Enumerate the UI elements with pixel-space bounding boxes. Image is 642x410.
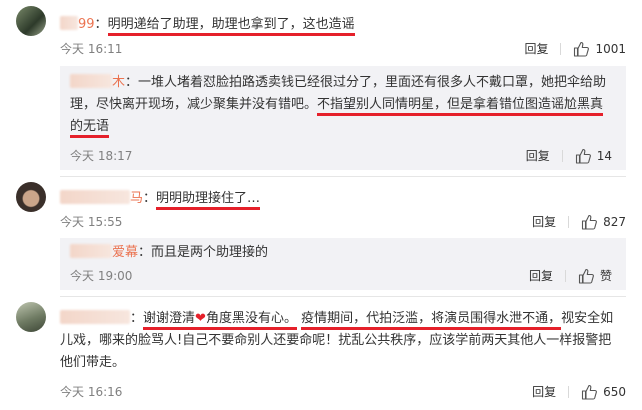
thumbs-up-icon (574, 41, 590, 57)
reply-button[interactable]: 回复 (526, 146, 550, 166)
comment-3: ：谢谢澄清❤角度黑没有心。 疫情期间，代拍泛滥，将演员围得水泄不通，视安全如儿戏… (0, 298, 642, 410)
timestamp: 今天 16:11 (60, 42, 123, 56)
reply-actions: 回复 赞 (529, 266, 612, 286)
reply-button[interactable]: 回复 (532, 212, 556, 232)
comment-divider (60, 296, 626, 297)
comment-body: 明明递给了助理，助理也拿到了，这也造谣 (107, 17, 355, 36)
timestamp: 今天 15:55 (60, 215, 123, 229)
timestamp: 今天 18:17 (70, 149, 133, 163)
reply-text: 木：一堆人堵着怼脸拍路透卖钱已经很过分了，里面还有很多人不戴口罩，她把伞给助理，… (70, 72, 612, 138)
divider (568, 386, 570, 398)
comment-actions: 回复 827 (532, 212, 626, 232)
heart-icon: ❤ (195, 311, 206, 326)
comment-thread: 99：明明递给了助理，助理也拿到了，这也造谣 今天 16:11 回复 1001 … (0, 0, 642, 410)
comment-text: 99：明明递给了助理，助理也拿到了，这也造谣 (60, 14, 622, 36)
comment-body: 明明助理接住了… (156, 191, 261, 210)
thumbs-up-icon (582, 384, 598, 400)
comment-meta: 今天 16:16 回复 650 (60, 382, 626, 402)
divider (560, 43, 562, 55)
reply-actions: 回复 14 (526, 146, 612, 166)
divider (561, 150, 563, 162)
reply-text: 爱幕：而且是两个助理接的 (70, 242, 612, 264)
like-label: 赞 (599, 269, 612, 283)
comment-text: 马：明明助理接住了… (60, 188, 622, 210)
comment-1: 99：明明递给了助理，助理也拿到了，这也造谣 今天 16:11 回复 1001 … (0, 0, 642, 178)
comment-body-a: 谢谢澄清❤角度黑没有心。 (143, 311, 297, 330)
avatar[interactable] (16, 6, 46, 36)
thumbs-up-icon (578, 268, 594, 284)
username-link[interactable]: 木 (70, 74, 125, 90)
avatar[interactable] (16, 302, 46, 332)
reply-box: 爱幕：而且是两个助理接的 今天 19:00 回复 赞 (60, 238, 626, 290)
comment-body-c: 疫情期间，代拍泛滥，将演员围得水泄不通， (301, 311, 562, 330)
like-button[interactable]: 14 (575, 146, 612, 166)
like-count: 14 (596, 149, 612, 163)
comment-actions: 回复 1001 (524, 39, 626, 59)
timestamp: 今天 19:00 (70, 269, 133, 283)
reply-meta: 今天 19:00 回复 赞 (70, 266, 612, 286)
comment-divider (60, 176, 626, 177)
comment-actions: 回复 650 (532, 382, 626, 402)
avatar[interactable] (16, 182, 46, 212)
divider (568, 216, 570, 228)
username-link[interactable]: 爱幕 (70, 244, 138, 260)
thumbs-up-icon (575, 148, 591, 164)
reply-box: 木：一堆人堵着怼脸拍路透卖钱已经很过分了，里面还有很多人不戴口罩，她把伞给助理，… (60, 66, 626, 170)
like-count: 1001 (595, 42, 626, 56)
like-count: 650 (603, 385, 626, 399)
comment-2: 马：明明助理接住了… 今天 15:55 回复 827 爱幕：而且是两个助理接的 … (0, 178, 642, 296)
like-button[interactable]: 赞 (578, 266, 612, 286)
comment-text: ：谢谢澄清❤角度黑没有心。 疫情期间，代拍泛滥，将演员围得水泄不通，视安全如儿戏… (60, 310, 614, 370)
timestamp: 今天 16:16 (60, 385, 123, 399)
comment-meta: 今天 16:11 回复 1001 (60, 39, 626, 59)
like-button[interactable]: 827 (581, 212, 626, 232)
username-link[interactable] (60, 310, 130, 326)
like-button[interactable]: 650 (581, 382, 626, 402)
username-link[interactable]: 马 (60, 190, 143, 206)
username-link[interactable]: 99 (60, 16, 95, 32)
like-count: 827 (603, 215, 626, 229)
like-button[interactable]: 1001 (573, 39, 626, 59)
reply-button[interactable]: 回复 (529, 266, 553, 286)
comment-meta: 今天 15:55 回复 827 (60, 212, 626, 232)
reply-meta: 今天 18:17 回复 14 (70, 146, 612, 166)
reply-button[interactable]: 回复 (532, 382, 556, 402)
reply-body: 而且是两个助理接的 (151, 245, 269, 260)
reply-button[interactable]: 回复 (524, 39, 548, 59)
thumbs-up-icon (582, 214, 598, 230)
divider (564, 270, 566, 282)
